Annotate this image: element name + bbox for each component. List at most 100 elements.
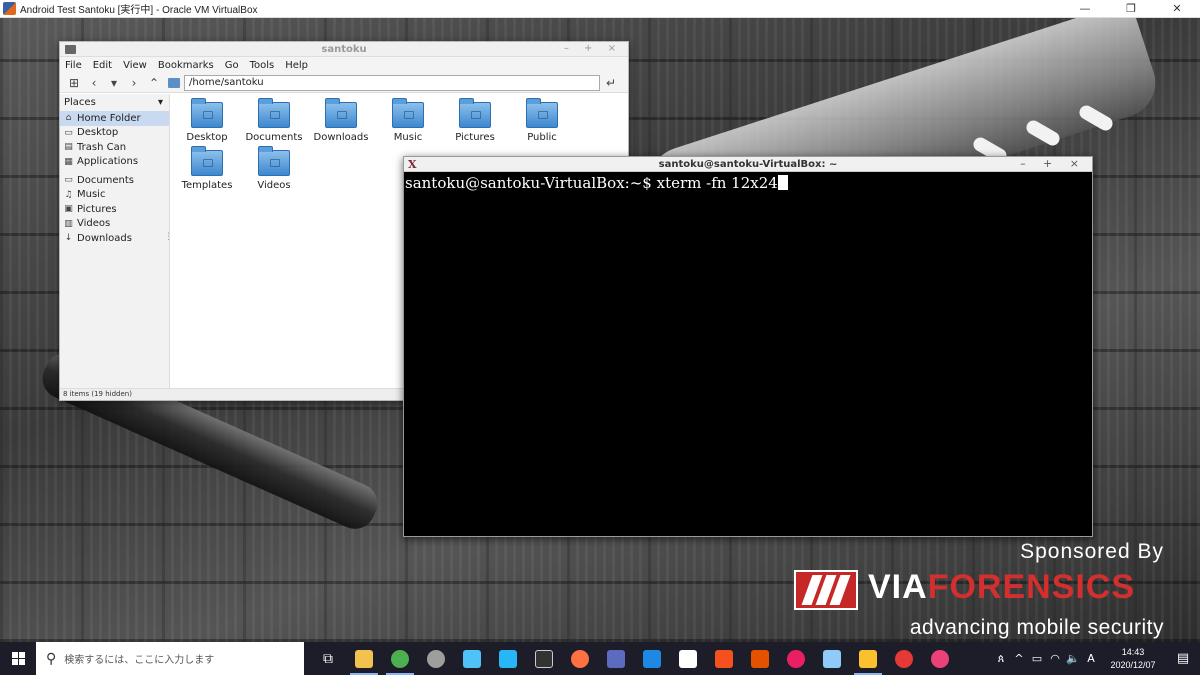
sidebar-item-label: Pictures bbox=[77, 203, 117, 215]
taskbar-app-terminal[interactable] bbox=[526, 642, 562, 675]
forward-icon[interactable]: › bbox=[124, 76, 144, 90]
terminal-screen[interactable]: santoku@santoku-VirtualBox:~$ xterm -fn … bbox=[404, 172, 1092, 194]
ime-indicator[interactable]: A bbox=[1082, 652, 1100, 665]
folder-item-documents[interactable]: Documents bbox=[241, 98, 307, 143]
folder-item-templates[interactable]: Templates bbox=[174, 146, 240, 191]
taskbar-app-4[interactable] bbox=[454, 642, 490, 675]
taskbar-app-10[interactable] bbox=[670, 642, 706, 675]
people-icon[interactable]: ጰ bbox=[992, 652, 1010, 666]
taskbar-app-17[interactable] bbox=[922, 642, 958, 675]
minimize-button[interactable]: — bbox=[1062, 2, 1108, 15]
up-icon[interactable]: ⌃ bbox=[144, 76, 164, 90]
taskbar-app-remote-desktop[interactable] bbox=[490, 642, 526, 675]
taskbar-app-chrome[interactable] bbox=[382, 642, 418, 675]
sidebar-item-videos[interactable]: ▥ Videos bbox=[60, 217, 169, 232]
terminal-command: xterm -fn 12x24 bbox=[656, 174, 778, 192]
folder-item-public[interactable]: Public bbox=[509, 98, 575, 143]
folder-label: Pictures bbox=[455, 132, 495, 143]
places-dropdown-icon[interactable]: ▾ bbox=[158, 97, 163, 108]
new-tab-icon[interactable]: ⊞ bbox=[64, 76, 84, 90]
home-path-icon bbox=[168, 77, 180, 88]
menu-edit[interactable]: Edit bbox=[93, 60, 112, 71]
search-placeholder: 検索するには、ここに入力します bbox=[64, 655, 215, 666]
terminal-icon bbox=[535, 649, 553, 668]
downloads-icon: ↓ bbox=[64, 233, 73, 244]
close-button[interactable]: ✕ bbox=[1154, 2, 1200, 15]
restore-button[interactable]: ❐ bbox=[1108, 2, 1154, 15]
taskbar-app-virtualbox[interactable] bbox=[814, 642, 850, 675]
remote-desktop-icon bbox=[499, 649, 517, 668]
wireshark-icon bbox=[643, 649, 661, 668]
show-hidden-icons-icon[interactable]: ^ bbox=[1010, 652, 1028, 665]
taskbar-app-slack[interactable] bbox=[778, 642, 814, 675]
sidebar-item-music[interactable]: ♫ Music bbox=[60, 188, 169, 203]
sidebar-item-label: Music bbox=[77, 189, 106, 201]
app-icon bbox=[751, 649, 769, 668]
sidebar-item-home-folder[interactable]: ⌂ Home Folder bbox=[60, 111, 169, 126]
taskbar-clock[interactable]: 14:43 2020/12/07 bbox=[1100, 646, 1166, 672]
menu-help[interactable]: Help bbox=[285, 60, 308, 71]
wifi-icon[interactable]: ◠ bbox=[1046, 652, 1064, 665]
taskbar-app-firefox[interactable] bbox=[562, 642, 598, 675]
xterm-title-bar[interactable]: X santoku@santoku-VirtualBox: ~ – + × bbox=[404, 157, 1092, 172]
teams-icon bbox=[607, 649, 625, 668]
xterm-window-controls[interactable]: – + × bbox=[1020, 157, 1086, 170]
clock-time: 14:43 bbox=[1121, 646, 1145, 657]
taskbar-app-12[interactable] bbox=[742, 642, 778, 675]
sidebar-item-applications[interactable]: ▦ Applications bbox=[60, 155, 169, 170]
taskbar-app-teams[interactable] bbox=[598, 642, 634, 675]
windows-logo-icon bbox=[11, 652, 25, 665]
menu-bookmarks[interactable]: Bookmarks bbox=[158, 60, 214, 71]
taskbar-app-16[interactable] bbox=[886, 642, 922, 675]
taskbar-search-box[interactable]: ⚲ 検索するには、ここに入力します bbox=[36, 642, 304, 675]
taskbar-app-3[interactable] bbox=[418, 642, 454, 675]
menu-go[interactable]: Go bbox=[225, 60, 239, 71]
menu-file[interactable]: File bbox=[65, 60, 82, 71]
sidebar-item-trash-can[interactable]: ▤ Trash Can bbox=[60, 140, 169, 155]
task-view-icon: ⧉ bbox=[323, 650, 333, 667]
sidebar-item-downloads[interactable]: ↓ Downloads bbox=[60, 231, 169, 246]
notifications-icon[interactable]: ▤ bbox=[1166, 651, 1200, 666]
system-tray: ጰ ^ ▭ ◠ 🔈 A 14:43 2020/12/07 ▤ bbox=[992, 642, 1200, 675]
places-header[interactable]: Places ▾ bbox=[60, 94, 169, 111]
app-icon bbox=[859, 649, 877, 668]
volume-icon[interactable]: 🔈 bbox=[1064, 652, 1082, 665]
trash-icon: ▤ bbox=[64, 142, 73, 153]
start-button[interactable] bbox=[0, 642, 36, 675]
taskbar-app-11[interactable] bbox=[706, 642, 742, 675]
host-window-title: Android Test Santoku [実行中] - Oracle VM V… bbox=[20, 5, 258, 16]
task-view-button[interactable]: ⧉ bbox=[310, 642, 346, 675]
sidebar-item-desktop[interactable]: ▭ Desktop bbox=[60, 126, 169, 141]
explorer-icon bbox=[355, 649, 373, 668]
file-manager-window-controls[interactable]: – + × bbox=[564, 43, 622, 54]
menu-tools[interactable]: Tools bbox=[250, 60, 275, 71]
sponsor-logo: Sponsored By VIAFORENSICS advancing mobi… bbox=[794, 538, 1164, 642]
taskbar-app-15[interactable] bbox=[850, 642, 886, 675]
folder-icon bbox=[191, 98, 223, 128]
navigation-toolbar: ⊞ ‹ ▾ › ⌃ /home/santoku ↵ bbox=[60, 73, 628, 93]
path-input[interactable]: /home/santoku bbox=[184, 74, 600, 91]
folder-item-desktop[interactable]: Desktop bbox=[174, 98, 240, 143]
history-dropdown-icon[interactable]: ▾ bbox=[104, 76, 124, 90]
file-manager-title-bar[interactable]: santoku – + × bbox=[60, 42, 628, 57]
folder-item-pictures[interactable]: Pictures bbox=[442, 98, 508, 143]
menu-view[interactable]: View bbox=[123, 60, 147, 71]
taskbar-app-explorer[interactable] bbox=[346, 642, 382, 675]
xterm-window[interactable]: X santoku@santoku-VirtualBox: ~ – + × sa… bbox=[403, 156, 1093, 537]
folder-item-downloads[interactable]: Downloads bbox=[308, 98, 374, 143]
folder-icon bbox=[258, 98, 290, 128]
folder-item-videos[interactable]: Videos bbox=[241, 146, 307, 191]
folder-icon bbox=[526, 98, 558, 128]
sidebar-item-pictures[interactable]: ▣ Pictures bbox=[60, 202, 169, 217]
search-icon: ⚲ bbox=[46, 650, 57, 667]
sidebar-item-documents[interactable]: ▭ Documents bbox=[60, 173, 169, 188]
folder-item-music[interactable]: Music bbox=[375, 98, 441, 143]
videos-icon: ▥ bbox=[64, 218, 73, 229]
battery-icon[interactable]: ▭ bbox=[1028, 652, 1046, 665]
back-icon[interactable]: ‹ bbox=[84, 76, 104, 90]
host-title-bar: Android Test Santoku [実行中] - Oracle VM V… bbox=[0, 0, 1200, 18]
chrome-icon bbox=[391, 649, 409, 668]
folder-icon bbox=[258, 146, 290, 176]
taskbar-app-wireshark[interactable] bbox=[634, 642, 670, 675]
go-icon[interactable]: ↵ bbox=[606, 76, 616, 90]
